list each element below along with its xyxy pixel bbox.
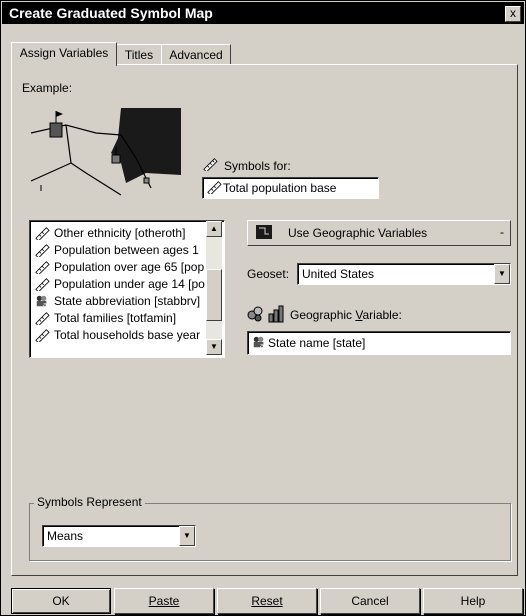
people-string-icon: a: [253, 336, 264, 349]
variable-listbox[interactable]: Other ethnicity [otheroth] Population be…: [29, 220, 225, 358]
geographic-variable-icon: [247, 305, 284, 323]
use-geographic-variables-label: Use Geographic Variables: [288, 226, 428, 240]
geoset-label: Geoset:: [247, 267, 290, 281]
list-item-label: Total households base year: [54, 328, 201, 342]
help-button[interactable]: Help: [423, 588, 523, 614]
scroll-up-icon[interactable]: ▲: [206, 221, 222, 237]
list-item-label: Population between ages 1: [54, 243, 199, 257]
ruler-icon: [35, 312, 50, 325]
ruler-icon: [203, 158, 218, 171]
reset-button-label: Reset: [251, 594, 283, 608]
map-icon: [256, 225, 272, 239]
tab-advanced[interactable]: Advanced: [161, 44, 231, 65]
example-map-image: [26, 103, 186, 198]
list-item-label: Population under age 14 [po: [54, 277, 205, 291]
ok-button[interactable]: OK: [11, 588, 111, 614]
tab-assign-variables[interactable]: Assign Variables: [11, 42, 117, 66]
geoset-value: United States: [302, 267, 375, 281]
scroll-down-icon[interactable]: ▼: [206, 339, 222, 355]
symbols-for-value: Total population base: [223, 181, 337, 195]
listbox-scrollbar[interactable]: ▲ ▼: [206, 221, 222, 355]
list-item-label: State abbreviation [stabbrv]: [54, 294, 201, 308]
svg-text:a: a: [43, 301, 47, 308]
dropdown-arrow-icon: -: [500, 225, 504, 239]
paste-button[interactable]: Paste: [114, 588, 214, 614]
ruler-icon: [35, 278, 50, 291]
example-label: Example:: [22, 81, 73, 95]
paste-button-label: Paste: [148, 594, 180, 608]
use-geographic-variables-button[interactable]: Use Geographic Variables -: [247, 220, 511, 246]
ruler-icon: [35, 244, 50, 257]
close-icon[interactable]: x: [505, 6, 521, 22]
assign-variables-panel: Example: Symbols for: Total population b…: [11, 64, 518, 576]
symbols-for-label: Symbols for:: [224, 159, 291, 173]
window-title: Create Graduated Symbol Map: [9, 5, 213, 21]
ruler-icon: [207, 181, 222, 194]
scroll-thumb[interactable]: [206, 269, 222, 321]
chevron-down-icon[interactable]: ▼: [494, 264, 510, 284]
symbols-for-field[interactable]: Total population base: [202, 177, 379, 199]
ruler-icon: [35, 261, 50, 274]
geographic-variable-label: Geographic Variable:: [290, 308, 402, 322]
symbols-represent-select[interactable]: Means ▼: [42, 525, 196, 547]
tab-titles[interactable]: Titles: [115, 44, 163, 65]
title-bar: Create Graduated Symbol Map x: [2, 2, 524, 24]
symbols-represent-value: Means: [47, 529, 84, 543]
ruler-icon: [35, 227, 50, 240]
geographic-variable-field[interactable]: a State name [state]: [247, 331, 511, 355]
list-item-label: Population over age 65 [pop: [54, 260, 205, 274]
people-string-icon: a: [36, 295, 47, 308]
create-graduated-symbol-map-dialog: Create Graduated Symbol Map x Assign Var…: [0, 0, 526, 616]
svg-text:a: a: [260, 342, 264, 349]
chevron-down-icon[interactable]: ▼: [179, 526, 195, 546]
symbols-represent-label: Symbols Represent: [34, 495, 145, 509]
list-item-label: Other ethnicity [otheroth]: [54, 226, 186, 240]
ruler-icon: [35, 329, 50, 342]
reset-button[interactable]: Reset: [217, 588, 317, 614]
geographic-variable-value: State name [state]: [268, 336, 366, 350]
list-item-label: Total families [totfamin]: [54, 311, 177, 325]
geoset-select[interactable]: United States ▼: [297, 263, 511, 285]
cancel-button[interactable]: Cancel: [320, 588, 420, 614]
